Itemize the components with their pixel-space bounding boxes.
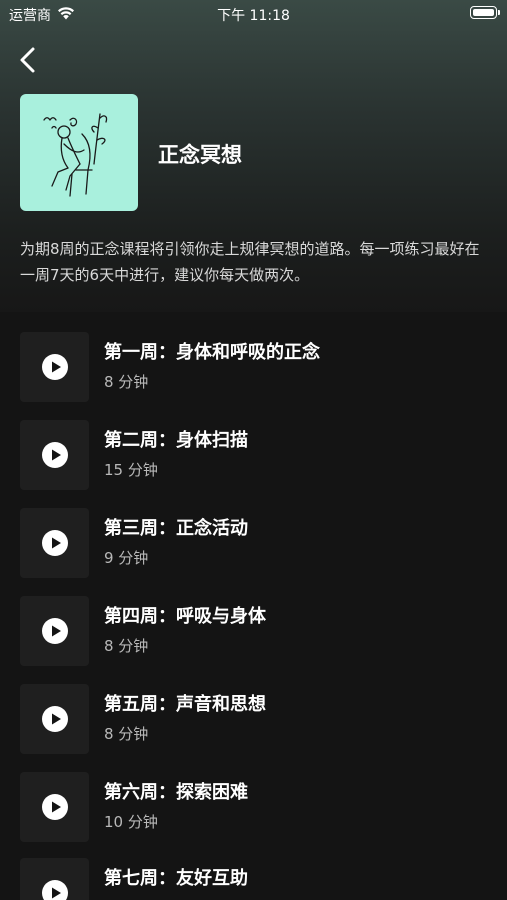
course-cover-image [20, 94, 138, 211]
lesson-thumbnail [20, 858, 89, 900]
lesson-item[interactable]: 第四周：呼吸与身体 8 分钟 [0, 596, 507, 684]
lesson-duration: 8 分钟 [104, 373, 149, 391]
play-icon[interactable] [42, 530, 68, 556]
battery-icon [470, 6, 500, 19]
lesson-title: 第六周：探索困难 [104, 782, 248, 803]
lesson-duration: 8 分钟 [104, 725, 149, 743]
play-icon[interactable] [42, 880, 68, 900]
lesson-duration: 9 分钟 [104, 549, 149, 567]
lesson-title: 第四周：呼吸与身体 [104, 606, 266, 627]
lesson-duration: 15 分钟 [104, 461, 158, 479]
lesson-item[interactable]: 第一周：身体和呼吸的正念 8 分钟 [0, 332, 507, 420]
lesson-thumbnail [20, 508, 89, 578]
play-icon[interactable] [42, 618, 68, 644]
lesson-item[interactable]: 第六周：探索困难 10 分钟 [0, 772, 507, 860]
lesson-item[interactable]: 第二周：身体扫描 15 分钟 [0, 420, 507, 508]
play-icon[interactable] [42, 354, 68, 380]
play-icon[interactable] [42, 442, 68, 468]
lesson-thumbnail [20, 420, 89, 490]
lesson-title: 第一周：身体和呼吸的正念 [104, 342, 320, 363]
lesson-title: 第三周：正念活动 [104, 518, 248, 539]
course-title: 正念冥想 [158, 143, 242, 167]
chevron-left-icon [20, 47, 35, 73]
status-time: 下午 11:18 [217, 8, 290, 24]
back-button[interactable] [14, 44, 44, 76]
lesson-duration: 10 分钟 [104, 813, 158, 831]
status-bar: 运营商 下午 11:18 [0, 0, 507, 28]
lesson-thumbnail [20, 332, 89, 402]
lesson-item[interactable]: 第三周：正念活动 9 分钟 [0, 508, 507, 596]
lesson-title: 第二周：身体扫描 [104, 430, 248, 451]
play-icon[interactable] [42, 794, 68, 820]
lesson-thumbnail [20, 684, 89, 754]
lesson-thumbnail [20, 772, 89, 842]
lesson-item[interactable]: 第五周：声音和思想 8 分钟 [0, 684, 507, 772]
lesson-title: 第五周：声音和思想 [104, 694, 266, 715]
lesson-duration: 8 分钟 [104, 637, 149, 655]
course-description: 为期8周的正念课程将引领你走上规律冥想的道路。每一项练习最好在一周7天的6天中进… [20, 240, 480, 284]
meditation-illustration-icon [43, 113, 108, 197]
play-icon[interactable] [42, 706, 68, 732]
lesson-item[interactable]: 第七周：友好互助 [0, 858, 507, 900]
lesson-thumbnail [20, 596, 89, 666]
lesson-title: 第七周：友好互助 [104, 868, 248, 889]
